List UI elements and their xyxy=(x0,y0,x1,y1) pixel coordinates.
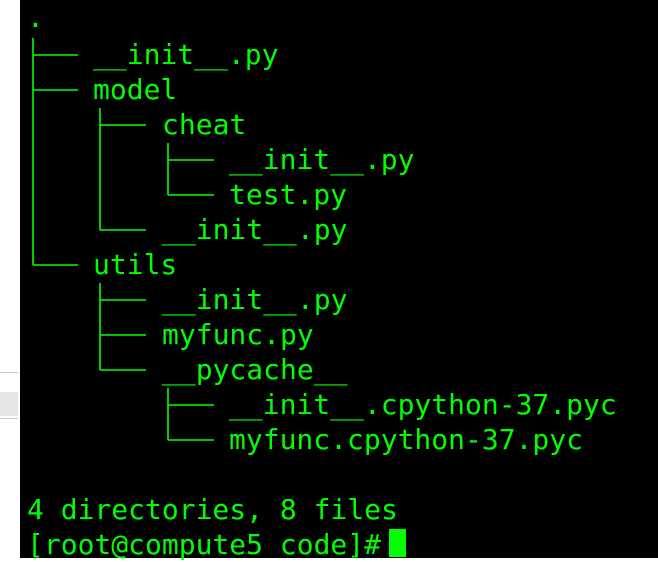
shell-prompt: [root@compute5 code]# xyxy=(27,528,382,561)
tree-entry-file: myfunc.cpython-37.pyc xyxy=(229,423,584,456)
tree-root: . xyxy=(27,1,44,34)
terminal-window[interactable]: . __init__.py model cheat __init__.py te… xyxy=(20,0,658,561)
text-cursor xyxy=(389,529,407,557)
tree-entry-dir-model: model xyxy=(93,73,178,106)
tree-entry-file: __init__.py xyxy=(229,143,415,176)
tree-entry-file: __init__.py xyxy=(93,38,279,71)
tree-entry-file: myfunc.py xyxy=(162,318,314,351)
tree-entry-file: __init__.py xyxy=(162,213,348,246)
tree-entry-file: __init__.py xyxy=(162,283,348,316)
edge-tab xyxy=(0,392,18,416)
tree-entry-file: test.py xyxy=(229,178,348,211)
tree-entry-dir-pycache: __pycache__ xyxy=(162,353,348,386)
shell-prompt-line[interactable]: [root@compute5 code]# xyxy=(27,527,407,562)
tree-entry-dir-cheat: cheat xyxy=(162,108,247,141)
edge-divider xyxy=(0,418,18,419)
left-window-edge xyxy=(0,0,20,558)
edge-divider xyxy=(0,372,18,373)
tree-entry-dir-utils: utils xyxy=(93,248,178,281)
tree-entry-file: __init__.cpython-37.pyc xyxy=(229,388,617,421)
tree-summary: 4 directories, 8 files xyxy=(27,493,398,526)
